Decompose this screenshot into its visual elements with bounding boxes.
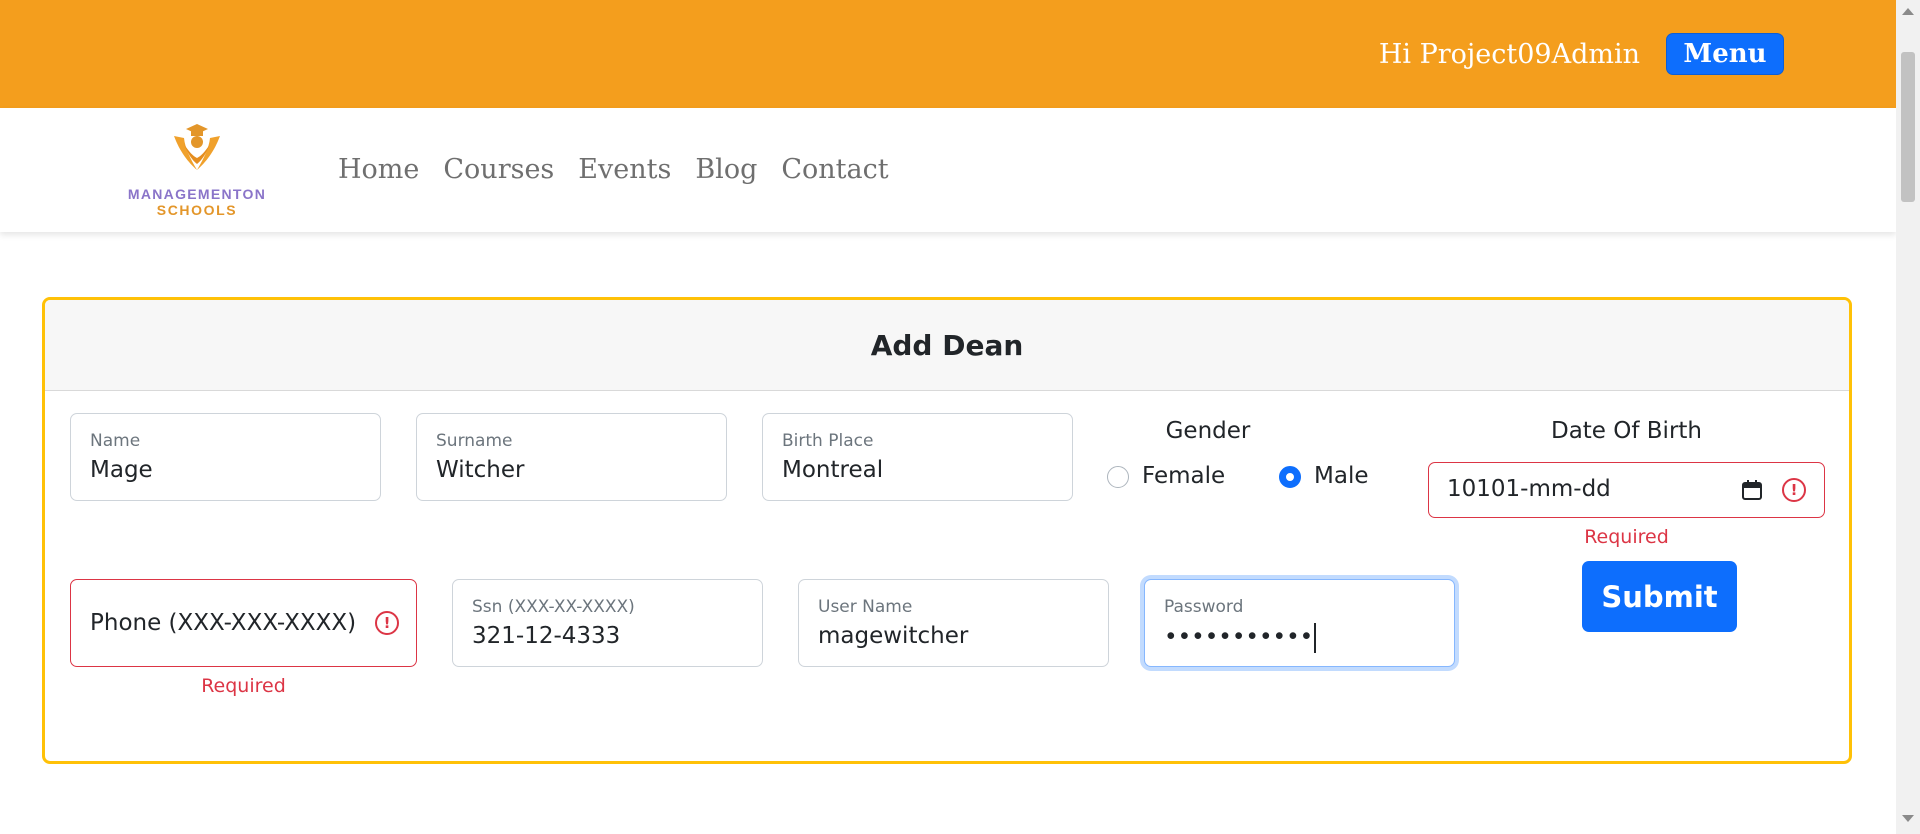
logo-mark-icon bbox=[174, 124, 220, 170]
calendar-icon[interactable] bbox=[1741, 479, 1763, 501]
ssn-value: 321-12-4333 bbox=[472, 623, 621, 649]
password-label: Password bbox=[1164, 597, 1244, 617]
password-dots: ••••••••••• bbox=[1164, 624, 1314, 651]
school-logo[interactable]: MANAGEMENTON SCHOOLS bbox=[118, 122, 276, 218]
card-header: Add Dean bbox=[45, 300, 1849, 391]
birth-place-value: Montreal bbox=[782, 457, 884, 483]
ssn-field[interactable]: Ssn (XXX-XX-XXXX) 321-12-4333 bbox=[452, 579, 763, 667]
date-required-message: Required bbox=[1584, 526, 1669, 548]
name-field[interactable]: Name Mage bbox=[70, 413, 381, 501]
menu-button[interactable]: Menu bbox=[1666, 33, 1784, 75]
date-of-birth-input[interactable]: 10101-mm-dd ! bbox=[1428, 462, 1825, 518]
nav-links: Home Courses Events Blog Contact bbox=[338, 152, 889, 188]
gender-label: Gender bbox=[1165, 418, 1251, 444]
phone-required-message: Required bbox=[201, 675, 286, 697]
username-value: magewitcher bbox=[818, 623, 969, 649]
scroll-down-icon[interactable] bbox=[1902, 815, 1914, 822]
password-value: ••••••••••• bbox=[1164, 623, 1317, 653]
top-header-bar: Hi Project09Admin Menu bbox=[0, 0, 1896, 108]
date-error-icon: ! bbox=[1782, 478, 1806, 502]
form-title: Add Dean bbox=[870, 328, 1024, 362]
gender-female-radio[interactable] bbox=[1107, 466, 1129, 488]
gender-male-label[interactable]: Male bbox=[1314, 463, 1368, 489]
text-caret bbox=[1314, 623, 1317, 653]
birth-place-field[interactable]: Birth Place Montreal bbox=[762, 413, 1073, 501]
surname-value: Witcher bbox=[436, 457, 525, 483]
logo-text-line1: MANAGEMENTON bbox=[127, 186, 267, 202]
gender-female-label[interactable]: Female bbox=[1142, 463, 1225, 489]
name-label: Name bbox=[90, 431, 141, 451]
submit-button[interactable]: Submit bbox=[1582, 561, 1737, 632]
name-value: Mage bbox=[90, 457, 153, 483]
ssn-label: Ssn (XXX-XX-XXXX) bbox=[472, 597, 635, 617]
date-of-birth-label: Date Of Birth bbox=[1550, 418, 1703, 444]
birth-place-label: Birth Place bbox=[782, 431, 874, 451]
username-field[interactable]: User Name magewitcher bbox=[798, 579, 1109, 667]
surname-field[interactable]: Surname Witcher bbox=[416, 413, 727, 501]
nav-contact[interactable]: Contact bbox=[781, 152, 888, 188]
date-of-birth-value: 10101-mm-dd bbox=[1447, 476, 1611, 502]
phone-error-icon: ! bbox=[375, 611, 399, 635]
nav-courses[interactable]: Courses bbox=[443, 152, 554, 188]
phone-field[interactable]: Phone (XXX-XXX-XXXX) ! bbox=[70, 579, 417, 667]
add-dean-card: Add Dean Name Mage Surname Witcher Birth… bbox=[42, 297, 1852, 764]
logo-text-line2: SCHOOLS bbox=[156, 202, 238, 218]
nav-events[interactable]: Events bbox=[578, 152, 671, 188]
phone-placeholder: Phone (XXX-XXX-XXXX) bbox=[90, 610, 357, 636]
nav-home[interactable]: Home bbox=[338, 152, 419, 188]
password-field[interactable]: Password ••••••••••• bbox=[1144, 579, 1455, 667]
nav-blog[interactable]: Blog bbox=[695, 152, 757, 188]
user-greeting: Hi Project09Admin bbox=[1378, 39, 1640, 70]
navbar: MANAGEMENTON SCHOOLS Home Courses Events… bbox=[0, 108, 1896, 232]
page-scrollbar[interactable] bbox=[1896, 0, 1920, 834]
surname-label: Surname bbox=[436, 431, 513, 451]
gender-male-radio[interactable] bbox=[1279, 466, 1301, 488]
username-label: User Name bbox=[818, 597, 913, 617]
scroll-thumb[interactable] bbox=[1901, 52, 1915, 202]
scroll-up-icon[interactable] bbox=[1902, 8, 1914, 15]
